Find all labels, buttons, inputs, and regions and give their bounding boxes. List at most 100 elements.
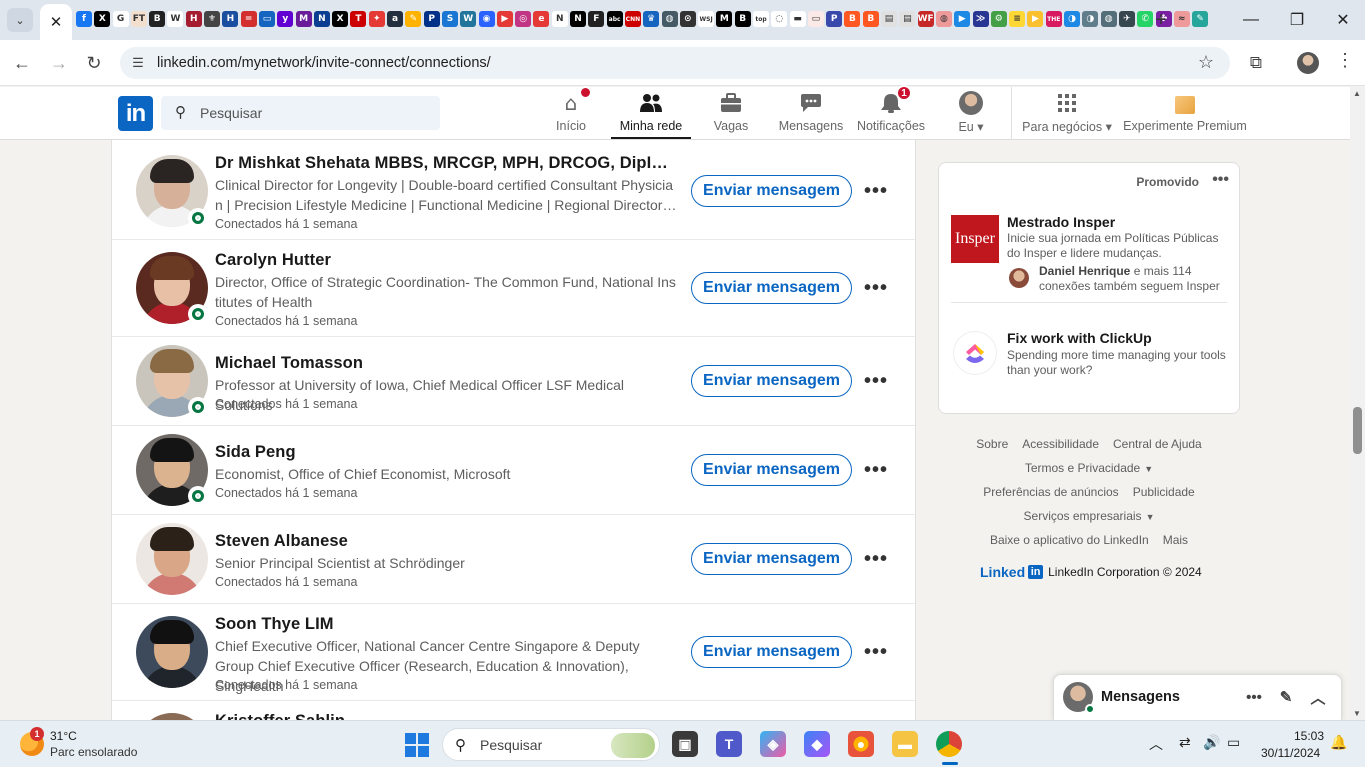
footer-link-more[interactable]: Mais bbox=[1163, 533, 1188, 547]
new-tab-button[interactable]: + bbox=[1150, 8, 1172, 32]
insper-logo[interactable]: Insper bbox=[951, 215, 999, 263]
site-favicon-icon[interactable]: M bbox=[716, 11, 733, 27]
site-favicon-icon[interactable]: ≫ bbox=[972, 11, 989, 27]
page-scrollbar[interactable]: ▲ ▼ bbox=[1350, 87, 1365, 720]
clock-time[interactable]: 15:03 bbox=[1294, 729, 1324, 743]
file-explorer-icon[interactable]: ▬ bbox=[892, 731, 918, 757]
close-window-button[interactable]: ✕ bbox=[1323, 6, 1363, 34]
connection-name[interactable]: Dr Mishkat Shehata MBBS, MRCGP, MPH, DRC… bbox=[215, 154, 677, 173]
more-options-icon[interactable]: ••• bbox=[860, 543, 892, 575]
forward-button[interactable]: → bbox=[46, 50, 72, 76]
connection-name[interactable]: Sida Peng bbox=[215, 443, 296, 462]
connection-name[interactable]: Carolyn Hutter bbox=[215, 251, 331, 270]
nav-notifications[interactable]: 1 Notificações bbox=[857, 85, 925, 139]
site-favicon-icon[interactable]: ✦ bbox=[368, 11, 385, 27]
more-options-icon[interactable]: ••• bbox=[860, 454, 892, 486]
tab-search-button[interactable]: ⌄ bbox=[7, 8, 33, 32]
network-icon[interactable]: ⇄ bbox=[1179, 734, 1191, 751]
x-favicon-icon[interactable]: X bbox=[332, 11, 349, 27]
more-options-icon[interactable]: ••• bbox=[1242, 685, 1266, 709]
paypal-favicon-icon[interactable]: P bbox=[423, 11, 440, 27]
site-favicon-icon[interactable]: ✈ bbox=[1118, 11, 1135, 27]
nav-messaging[interactable]: Mensagens bbox=[779, 91, 843, 139]
blogger-favicon-icon[interactable]: B bbox=[862, 11, 879, 27]
site-favicon-icon[interactable]: ▬ bbox=[789, 11, 806, 27]
linkedin-logo[interactable]: in bbox=[118, 96, 153, 131]
send-message-button[interactable]: Enviar mensagem bbox=[691, 543, 852, 575]
ad-title[interactable]: Mestrado Insper bbox=[1007, 214, 1115, 230]
site-favicon-icon[interactable]: ▶ bbox=[496, 11, 513, 27]
site-favicon-icon[interactable]: WF bbox=[917, 11, 934, 27]
send-message-button[interactable]: Enviar mensagem bbox=[691, 365, 852, 397]
google-favicon-icon[interactable]: G bbox=[112, 11, 129, 27]
site-favicon-icon[interactable]: B bbox=[734, 11, 751, 27]
nav-premium[interactable]: Experimente Premium bbox=[1123, 91, 1247, 139]
site-favicon-icon[interactable]: ♛ bbox=[643, 11, 660, 27]
site-favicon-icon[interactable]: ⚙ bbox=[990, 11, 1007, 27]
nav-for-business[interactable]: Para negócios ▾ bbox=[1022, 91, 1112, 139]
bookmark-star-icon[interactable]: ☆ bbox=[1198, 52, 1214, 73]
site-favicon-icon[interactable]: ✎ bbox=[1192, 11, 1209, 27]
site-favicon-icon[interactable]: ◑ bbox=[1082, 11, 1099, 27]
site-favicon-icon[interactable]: ◍ bbox=[1100, 11, 1117, 27]
back-button[interactable]: ← bbox=[9, 50, 35, 76]
more-options-icon[interactable]: ••• bbox=[860, 365, 892, 397]
notifications-bell-icon[interactable]: 🔔 bbox=[1330, 734, 1347, 751]
windows-start-icon[interactable] bbox=[405, 733, 429, 757]
site-favicon-icon[interactable]: ▶ bbox=[1027, 11, 1044, 27]
site-favicon-icon[interactable]: ◑ bbox=[1064, 11, 1081, 27]
chevron-up-icon[interactable]: ︿ bbox=[1306, 685, 1330, 709]
messaging-overlay[interactable]: Mensagens ••• ✎ ︿ bbox=[1053, 674, 1342, 720]
browser-profile-avatar[interactable] bbox=[1297, 52, 1319, 74]
messaging-title[interactable]: Mensagens bbox=[1101, 689, 1180, 705]
wikipedia-favicon-icon[interactable]: W bbox=[167, 11, 184, 27]
connection-name[interactable]: Steven Albanese bbox=[215, 532, 348, 551]
site-favicon-icon[interactable]: ▤ bbox=[881, 11, 898, 27]
copilot-icon[interactable]: ◈ bbox=[760, 731, 786, 757]
site-favicon-icon[interactable]: ≡ bbox=[1009, 11, 1026, 27]
battery-icon[interactable]: ▭ bbox=[1227, 734, 1240, 751]
address-bar[interactable]: ☰ linkedin.com/mynetwork/invite-connect/… bbox=[120, 47, 1230, 79]
site-favicon-icon[interactable]: ◉ bbox=[478, 11, 495, 27]
send-message-button[interactable]: Enviar mensagem bbox=[691, 636, 852, 668]
nav-home[interactable]: ⌂ Início bbox=[551, 86, 592, 139]
blogger-favicon-icon[interactable]: B bbox=[844, 11, 861, 27]
restore-button[interactable]: ❐ bbox=[1277, 6, 1317, 34]
footer-link-accessibility[interactable]: Acessibilidade bbox=[1022, 437, 1099, 451]
footer-link-advertising[interactable]: Publicidade bbox=[1133, 485, 1195, 499]
more-options-icon[interactable]: ••• bbox=[1212, 171, 1229, 189]
site-favicon-icon[interactable]: ▤ bbox=[899, 11, 916, 27]
site-favicon-icon[interactable]: P bbox=[826, 11, 843, 27]
site-info-icon[interactable]: ☰ bbox=[128, 53, 148, 73]
footer-link-ad-preferences[interactable]: Preferências de anúncios bbox=[983, 485, 1118, 499]
site-favicon-icon[interactable]: ⊙ bbox=[679, 11, 696, 27]
weather-temperature[interactable]: 31°C bbox=[50, 729, 77, 743]
nav-jobs[interactable]: Vagas bbox=[711, 91, 751, 139]
taskbar-search[interactable]: ⚲ Pesquisar bbox=[442, 728, 660, 761]
bloomberg-favicon-icon[interactable]: B bbox=[149, 11, 166, 27]
instagram-favicon-icon[interactable]: ◎ bbox=[515, 11, 532, 27]
active-tab[interactable]: ✕ bbox=[40, 4, 72, 40]
weather-description[interactable]: Parc ensolarado bbox=[50, 745, 137, 759]
site-favicon-icon[interactable]: M bbox=[295, 11, 312, 27]
footer-link-business-services[interactable]: Serviços empresariais ▼ bbox=[1024, 509, 1155, 523]
harvard-favicon-icon[interactable]: H bbox=[185, 11, 202, 27]
firefox-icon[interactable]: ● bbox=[848, 731, 874, 757]
site-favicon-icon[interactable]: THE bbox=[1045, 11, 1062, 27]
site-favicon-icon[interactable]: ▶ bbox=[954, 11, 971, 27]
yahoo-favicon-icon[interactable]: y bbox=[277, 11, 294, 27]
site-favicon-icon[interactable]: H bbox=[222, 11, 239, 27]
site-favicon-icon[interactable]: e bbox=[533, 11, 550, 27]
scroll-down-arrow-icon[interactable]: ▼ bbox=[1353, 709, 1361, 718]
scroll-up-arrow-icon[interactable]: ▲ bbox=[1353, 89, 1361, 98]
x-favicon-icon[interactable]: X bbox=[94, 11, 111, 27]
ad-title[interactable]: Fix work with ClickUp bbox=[1007, 330, 1152, 346]
wsj-favicon-icon[interactable]: WSJ bbox=[698, 11, 715, 27]
site-favicon-icon[interactable]: = bbox=[240, 11, 257, 27]
compose-icon[interactable]: ✎ bbox=[1274, 685, 1298, 709]
more-options-icon[interactable]: ••• bbox=[860, 636, 892, 668]
amazon-favicon-icon[interactable]: a bbox=[387, 11, 404, 27]
browser-menu-icon[interactable]: ⋮ bbox=[1336, 50, 1354, 71]
close-tab-icon[interactable]: ✕ bbox=[50, 13, 63, 31]
search-input[interactable] bbox=[200, 96, 430, 130]
